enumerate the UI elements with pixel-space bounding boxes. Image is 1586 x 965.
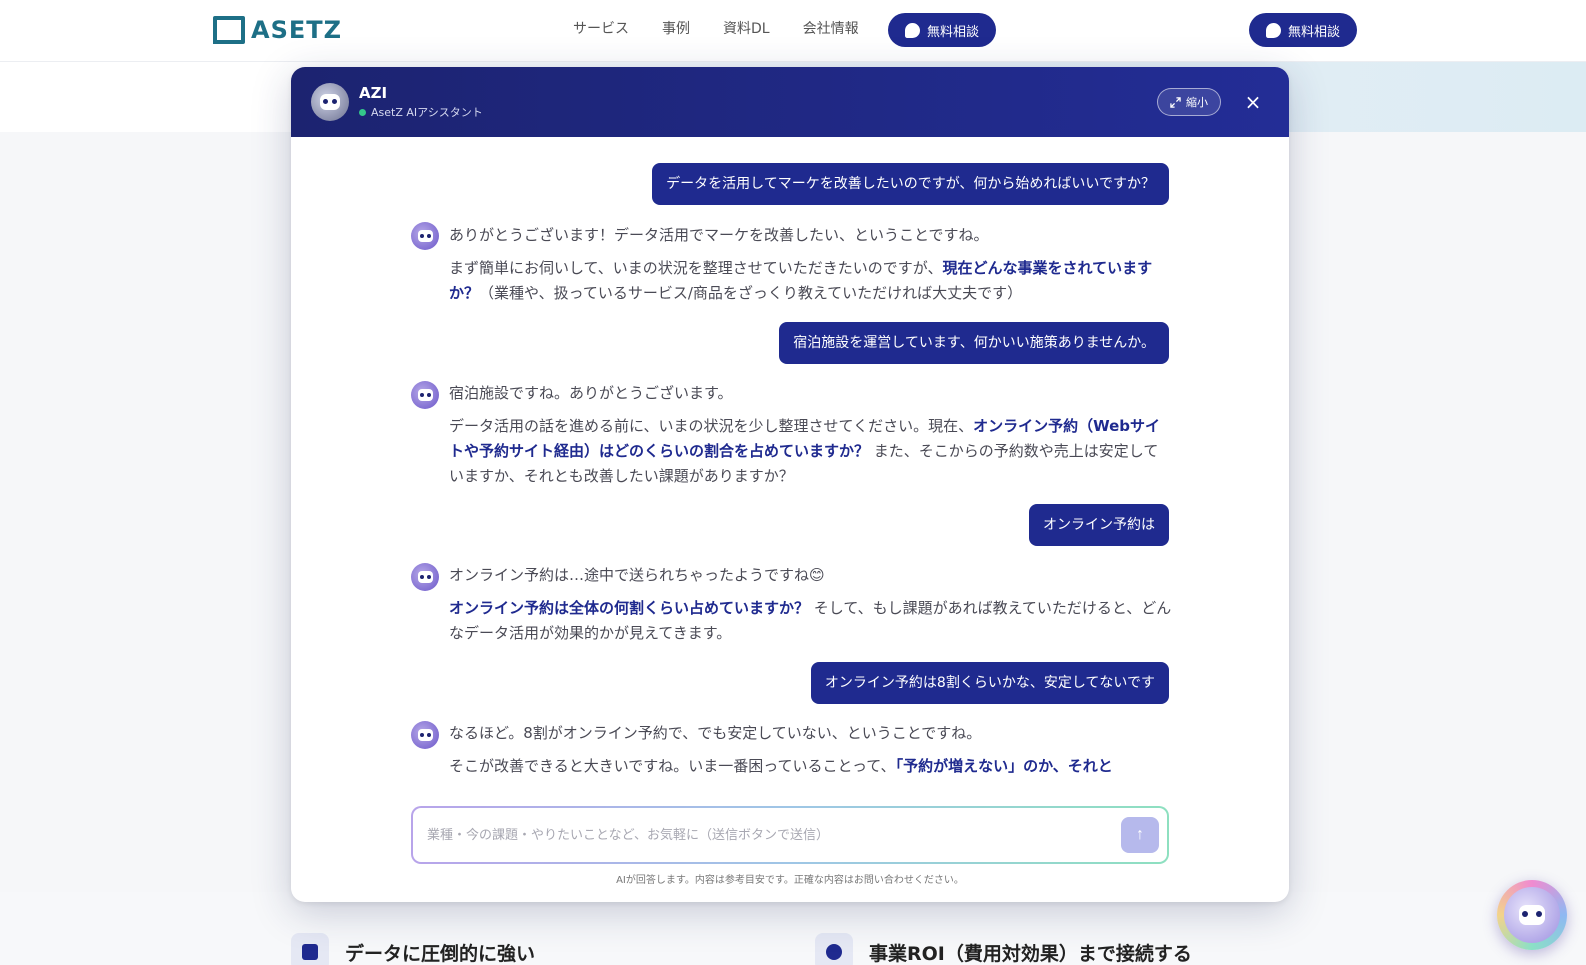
robot-avatar-icon — [411, 381, 439, 409]
user-message: オンライン予約は — [1029, 504, 1169, 546]
ai-message-paragraph: 宿泊施設ですね。ありがとうございます。 — [449, 384, 733, 402]
robot-avatar-icon — [311, 83, 349, 121]
chat-launcher-button[interactable] — [1497, 880, 1567, 950]
ai-message-paragraph: まず簡単にお伺いして、いまの状況を整理させていただきたいのですが、現在どんな事業… — [449, 259, 1153, 302]
highlight-question: 「予約が増えない」のか、それと — [895, 757, 1113, 775]
shrink-label: 縮小 — [1186, 97, 1208, 109]
top-navigation: ASETZ サービス 事例 資料DL 会社情報 無料相談 無料相談 — [0, 0, 1586, 62]
nav-link-company[interactable]: 会社情報 — [803, 18, 859, 38]
assistant-name: AZI — [359, 84, 388, 102]
feature-roi: 事業ROI（費用対効果）まで接続する — [815, 933, 1192, 965]
robot-avatar-icon — [411, 222, 439, 250]
chat-bubble-icon — [905, 22, 920, 38]
assistant-subtitle-text: AsetZ AIアシスタント — [371, 106, 483, 119]
ai-message-paragraph: データ活用の話を進める前に、いまの状況を少し整理させてください。現在、オンライン… — [449, 417, 1161, 485]
highlight-question: オンライン予約は全体の何割くらい占めていますか？ — [449, 599, 810, 617]
user-message: データを活用してマーケを改善したいのですが、何から始めればいいですか？ — [652, 163, 1169, 205]
message-input-frame: ↑ — [411, 806, 1169, 864]
ai-message-paragraph: オンライン予約は…途中で送られちゃったようですね😊 — [449, 566, 825, 584]
robot-avatar-icon — [411, 721, 439, 749]
user-message: オンライン予約は8割くらいかな、安定してないです — [810, 662, 1169, 704]
chat-header: AZI AsetZ AIアシスタント 縮小 × — [291, 67, 1289, 137]
logo-mark-icon — [213, 16, 245, 44]
send-arrow-icon: ↑ — [1136, 826, 1144, 843]
site-logo[interactable]: ASETZ — [213, 15, 342, 45]
ai-disclaimer: AIが回答します。内容は参考目安です。正確な内容はお問い合わせください。 — [616, 875, 964, 886]
ai-chat-modal: AZI AsetZ AIアシスタント 縮小 × データを活用してマーケを改善した… — [291, 67, 1289, 902]
user-message: 宿泊施設を運営しています、何かいい施策ありませんか。 — [779, 322, 1169, 364]
free-consultation-label: 無料相談 — [927, 23, 980, 39]
ai-message-paragraph: なるほど。8割がオンライン予約で、でも安定していない、ということですね。 — [449, 724, 982, 742]
feature-title: 事業ROI（費用対効果）まで接続する — [869, 942, 1192, 965]
connect-icon — [815, 933, 853, 965]
message-input[interactable] — [427, 808, 1107, 862]
free-consultation-label: 無料相談 — [1288, 23, 1341, 39]
feature-title: データに圧倒的に強い — [345, 942, 536, 965]
shrink-button[interactable]: 縮小 — [1157, 88, 1221, 116]
feature-data-strength: データに圧倒的に強い — [291, 933, 535, 965]
robot-avatar-icon — [411, 563, 439, 591]
message-list[interactable]: データを活用してマーケを改善したいのですが、何から始めればいいですか？ ありがと… — [291, 137, 1289, 857]
nav-link-cases[interactable]: 事例 — [662, 18, 690, 38]
chat-bubble-icon — [1266, 22, 1281, 38]
ai-message-paragraph: ありがとうございます！データ活用でマーケを改善したい、ということですね。 — [449, 226, 989, 244]
database-icon — [291, 933, 329, 965]
ai-message-paragraph: オンライン予約は全体の何割くらい占めていますか？ そして、もし課題があれば教えて… — [449, 599, 1172, 642]
logo-text: ASETZ — [251, 16, 343, 44]
online-status-icon — [359, 108, 366, 116]
close-icon[interactable]: × — [1241, 90, 1265, 114]
ai-message-paragraph: そこが改善できると大きいですね。いま一番困っていることって、「予約が増えない」の… — [449, 757, 1113, 775]
nav-links: サービス 事例 資料DL 会社情報 — [573, 18, 859, 38]
free-consultation-button[interactable]: 無料相談 — [888, 13, 997, 47]
expand-icon — [1170, 96, 1181, 108]
send-button[interactable]: ↑ — [1121, 817, 1159, 853]
free-consultation-button-right[interactable]: 無料相談 — [1249, 13, 1358, 47]
nav-link-downloads[interactable]: 資料DL — [723, 18, 770, 38]
robot-avatar-icon — [1504, 887, 1560, 943]
assistant-subtitle: AsetZ AIアシスタント — [359, 104, 483, 120]
nav-link-services[interactable]: サービス — [573, 18, 629, 38]
